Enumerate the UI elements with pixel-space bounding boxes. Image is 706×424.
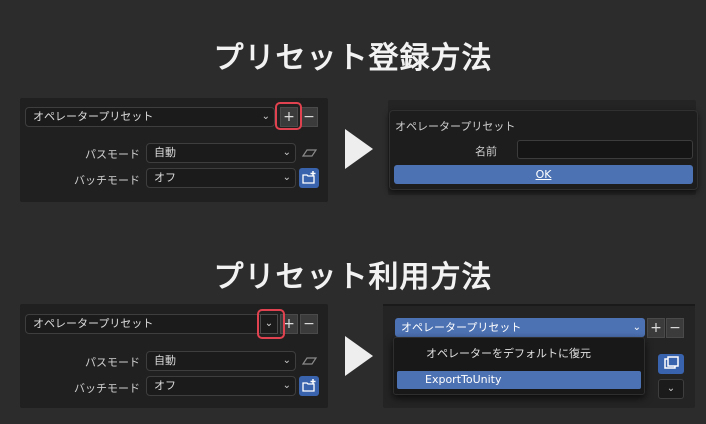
new-folder-icon[interactable] [299, 168, 319, 188]
preset-dropdown[interactable]: オペレータープリセット ⌄ [25, 107, 275, 127]
batch-mode-value: オフ [154, 379, 176, 392]
ok-button[interactable]: OK [394, 165, 693, 184]
name-label: 名前 [475, 145, 497, 158]
preset-dropdown-label: オペレータープリセット [401, 321, 522, 334]
preset-menu: オペレーターをデフォルトに復元 ExportToUnity [393, 337, 645, 395]
section-title-register: プリセット登録方法 [213, 41, 493, 76]
render-icon[interactable] [658, 354, 684, 374]
batch-mode-dropdown[interactable]: オフ ⌄ [146, 376, 296, 396]
path-mode-dropdown[interactable]: 自動 ⌄ [146, 351, 296, 371]
menu-item-restore-default[interactable]: オペレーターをデフォルトに復元 [426, 345, 591, 361]
remove-preset-button[interactable]: − [300, 107, 318, 127]
menu-item-export-to-unity[interactable]: ExportToUnity [397, 371, 641, 389]
highlight-box [257, 309, 285, 339]
new-folder-icon[interactable] [299, 376, 319, 396]
batch-mode-dropdown[interactable]: オフ ⌄ [146, 168, 296, 188]
preset-dropdown-open[interactable]: オペレータープリセット ⌄ [395, 318, 645, 337]
arrow-right-icon [345, 129, 373, 169]
path-mode-value: 自動 [154, 354, 176, 367]
path-mode-value: 自動 [154, 146, 176, 159]
remove-preset-button[interactable]: − [300, 314, 318, 334]
operator-panel-register: オペレータープリセット ⌄ + − パスモード 自動 ⌄ バッチモード オフ ⌄ [20, 98, 328, 202]
preset-dropdown-label: オペレータープリセット [33, 317, 154, 330]
path-mode-dropdown[interactable]: 自動 ⌄ [146, 143, 296, 163]
chevron-down-icon: ⌄ [282, 355, 291, 366]
highlight-box [275, 102, 302, 130]
operator-panel-usage: オペレータープリセット ⌄ + − パスモード 自動 ⌄ バッチモード オフ ⌄ [20, 304, 328, 408]
batch-mode-value: オフ [154, 171, 176, 184]
chevron-down-icon[interactable]: ⌄ [658, 379, 684, 399]
preset-dropdown[interactable]: オペレータープリセット [25, 314, 275, 334]
path-mode-icon[interactable] [299, 143, 319, 163]
batch-mode-label: バッチモード [74, 174, 140, 187]
name-input[interactable] [517, 140, 693, 159]
section-title-usage: プリセット利用方法 [213, 260, 493, 295]
path-mode-label: パスモード [85, 356, 140, 369]
dialog-title: オペレータープリセット [395, 120, 516, 133]
chevron-down-icon: ⌄ [282, 172, 291, 183]
chevron-down-icon: ⌄ [632, 322, 641, 333]
chevron-down-icon: ⌄ [282, 380, 291, 391]
chevron-down-icon: ⌄ [261, 111, 270, 122]
chevron-down-icon: ⌄ [282, 147, 291, 158]
remove-preset-button[interactable]: − [666, 318, 684, 338]
add-preset-button[interactable]: + [647, 318, 665, 338]
preset-dropdown-label: オペレータープリセット [33, 110, 154, 123]
path-mode-label: パスモード [85, 148, 140, 161]
path-mode-icon[interactable] [299, 351, 319, 371]
batch-mode-label: バッチモード [74, 382, 140, 395]
arrow-right-icon [345, 336, 373, 376]
add-preset-dialog: オペレータープリセット 名前 OK [389, 110, 698, 190]
